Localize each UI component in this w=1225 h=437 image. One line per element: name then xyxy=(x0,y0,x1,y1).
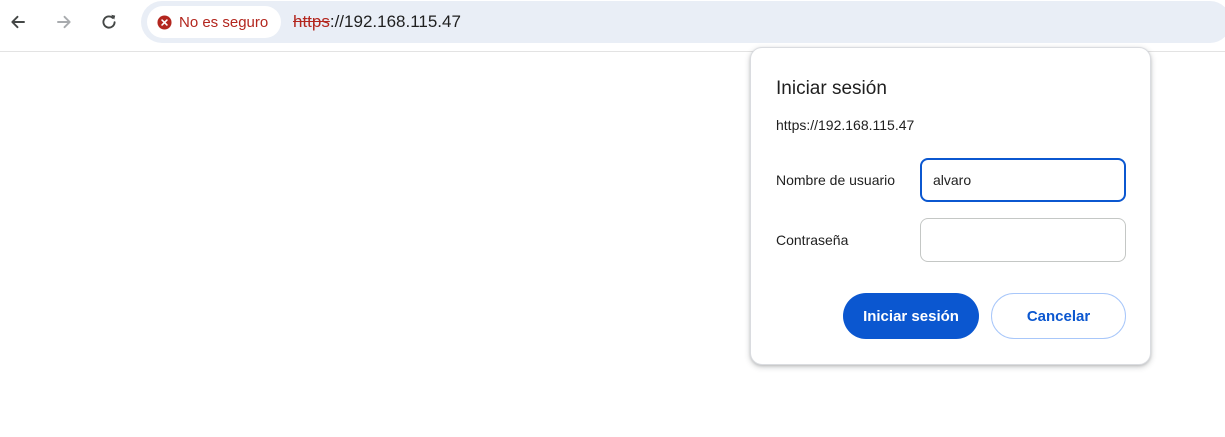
sign-in-button[interactable]: Iniciar sesión xyxy=(843,293,979,339)
security-indicator-chip[interactable]: No es seguro xyxy=(147,6,281,38)
back-button[interactable] xyxy=(2,6,34,38)
browser-toolbar: No es seguro https://192.168.115.47 xyxy=(0,0,1225,52)
arrow-left-icon xyxy=(11,15,25,29)
address-bar[interactable]: No es seguro https://192.168.115.47 xyxy=(141,1,1225,43)
url-scheme: https xyxy=(293,12,330,31)
username-field[interactable] xyxy=(920,158,1126,202)
forward-button[interactable] xyxy=(48,6,80,38)
reload-button[interactable] xyxy=(93,6,125,38)
password-field[interactable] xyxy=(920,218,1126,262)
cancel-button[interactable]: Cancelar xyxy=(991,293,1126,339)
error-circle-x-icon xyxy=(157,14,172,30)
url-text[interactable]: https://192.168.115.47 xyxy=(293,12,461,32)
reload-icon xyxy=(102,14,116,29)
security-label: No es seguro xyxy=(179,13,269,31)
sign-in-dialog: Iniciar sesión https://192.168.115.47 No… xyxy=(750,47,1151,365)
password-label: Contraseña xyxy=(776,232,849,248)
dialog-title: Iniciar sesión xyxy=(776,78,887,99)
username-label: Nombre de usuario xyxy=(776,172,896,188)
dialog-origin: https://192.168.115.47 xyxy=(776,117,915,133)
arrow-right-icon xyxy=(57,15,71,29)
url-host: ://192.168.115.47 xyxy=(329,12,461,31)
